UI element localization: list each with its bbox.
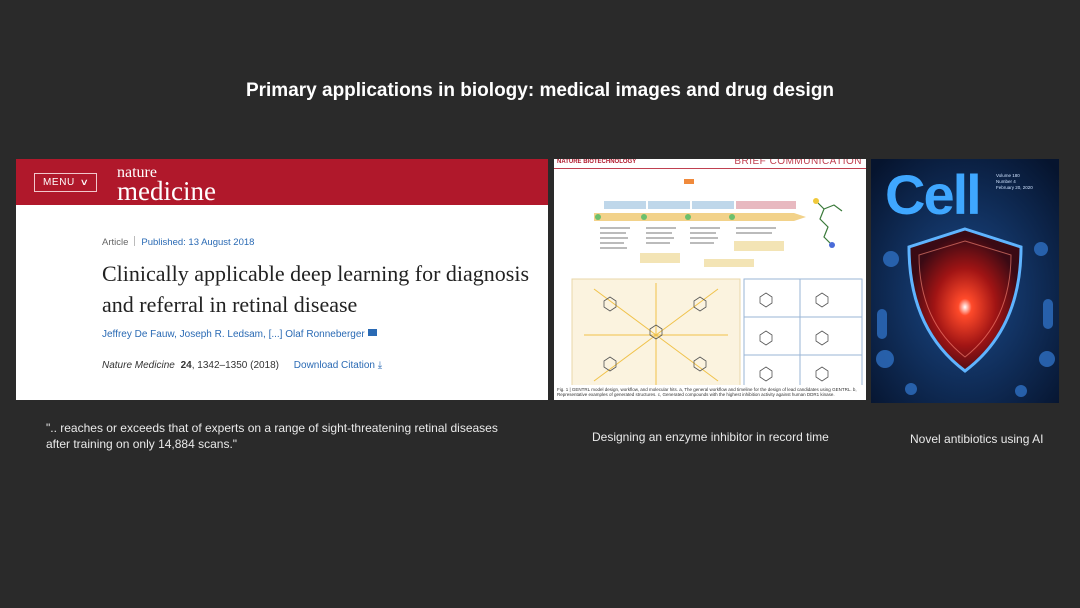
author-list[interactable]: Jeffrey De Fauw, Joseph R. Ledsam, [...]… — [102, 329, 377, 340]
slide-title: Primary applications in biology: medical… — [245, 80, 835, 101]
nb-journal-name: NATURE BIOTECHNOLOGY — [557, 159, 637, 165]
caption-retinal-quote: ".. reaches or exceeds that of experts o… — [46, 421, 498, 451]
download-citation-link[interactable]: Download Citation ⤓ — [294, 360, 382, 371]
menu-button[interactable]: MENU ∨ — [34, 173, 98, 192]
nature-medicine-logo[interactable]: nature medicine — [117, 165, 216, 205]
article-type: Article — [102, 237, 129, 248]
citation-volume: 24 — [180, 360, 192, 371]
mail-icon[interactable] — [367, 329, 377, 336]
nb-figure-caption: Fig. 1 | GENTRL model design, workflow, … — [557, 387, 857, 397]
gentrl-workflow-figure — [571, 179, 863, 385]
caption-enzyme-inhibitor: Designing an enzyme inhibitor in record … — [592, 430, 829, 444]
cell-logo: Cell — [885, 163, 982, 226]
article-title: Clinically applicable deep learning for … — [102, 261, 530, 317]
nb-divider — [554, 168, 866, 169]
authors-text: Jeffrey De Fauw, Joseph R. Ledsam, [...]… — [102, 329, 365, 340]
cell-issue-info: Volume 180 Number 4 February 20, 2020 — [996, 173, 1033, 190]
chevron-down-icon: ∨ — [79, 177, 90, 187]
citation-journal: Nature Medicine — [102, 360, 175, 371]
nb-section-label: BRIEF COMMUNICATION — [734, 159, 862, 167]
citation-line: Nature Medicine 24, 1342–1350 (2018) Dow… — [102, 360, 382, 371]
nature-biotech-screenshot: NATURE BIOTECHNOLOGY BRIEF COMMUNICATION — [554, 159, 866, 400]
article-meta: Article Published: 13 August 2018 — [102, 236, 254, 248]
meta-divider — [134, 236, 136, 246]
citation-pages: , 1342–1350 (2018) — [191, 360, 280, 371]
cell-cover: Cell Volume 180 Number 4 February 20, 2020 — [871, 159, 1059, 403]
logo-line-medicine: medicine — [117, 176, 216, 206]
published-date: Published: 13 August 2018 — [141, 237, 255, 248]
nb-header: NATURE BIOTECHNOLOGY BRIEF COMMUNICATION — [554, 159, 866, 168]
nature-medicine-screenshot: MENU ∨ nature medicine Article Published: … — [16, 159, 548, 400]
menu-label: MENU — [43, 177, 75, 188]
journal-header-bar: MENU ∨ nature medicine — [16, 159, 548, 205]
download-icon: ⤓ — [377, 360, 383, 371]
download-citation-label: Download Citation — [293, 360, 375, 371]
caption-novel-antibiotics: Novel antibiotics using AI — [910, 432, 1044, 446]
